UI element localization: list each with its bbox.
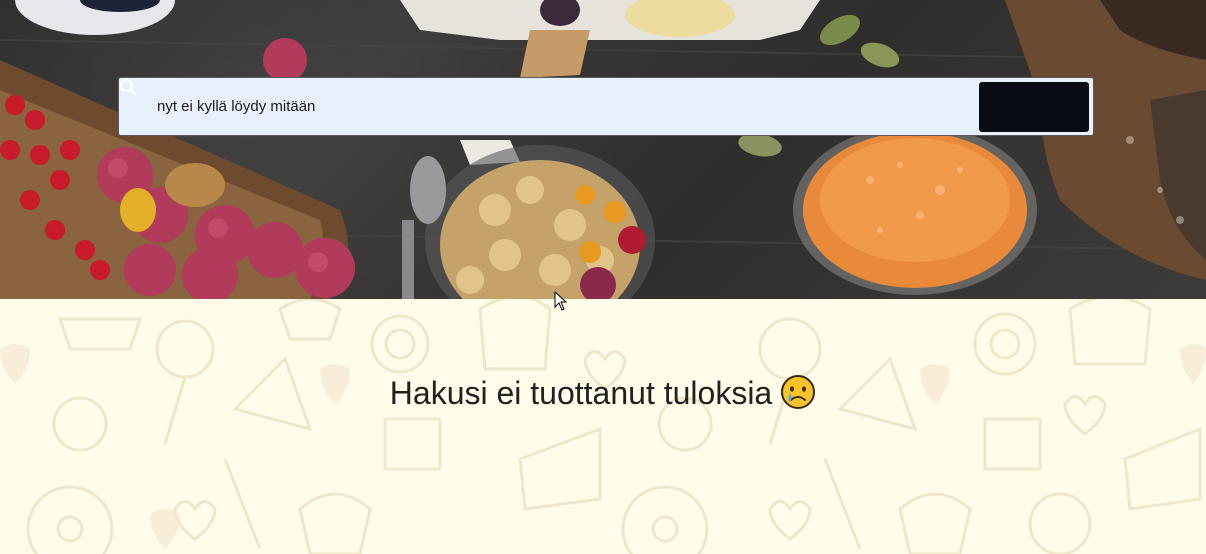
search-icon — [120, 79, 137, 96]
search-input[interactable] — [119, 78, 979, 135]
sweets-background-pattern — [0, 299, 1206, 554]
search-bar — [118, 77, 1094, 136]
hero-food-image — [0, 0, 1206, 299]
no-results-message: Hakusi ei tuottanut tuloksia — [0, 374, 1206, 412]
crying-face-icon — [781, 375, 816, 409]
search-button[interactable] — [120, 79, 1089, 132]
no-results-text: Hakusi ei tuottanut tuloksia — [389, 375, 773, 411]
hero-banner — [0, 0, 1206, 299]
results-area: Hakusi ei tuottanut tuloksia — [0, 299, 1206, 554]
mouse-cursor-icon — [554, 291, 568, 311]
